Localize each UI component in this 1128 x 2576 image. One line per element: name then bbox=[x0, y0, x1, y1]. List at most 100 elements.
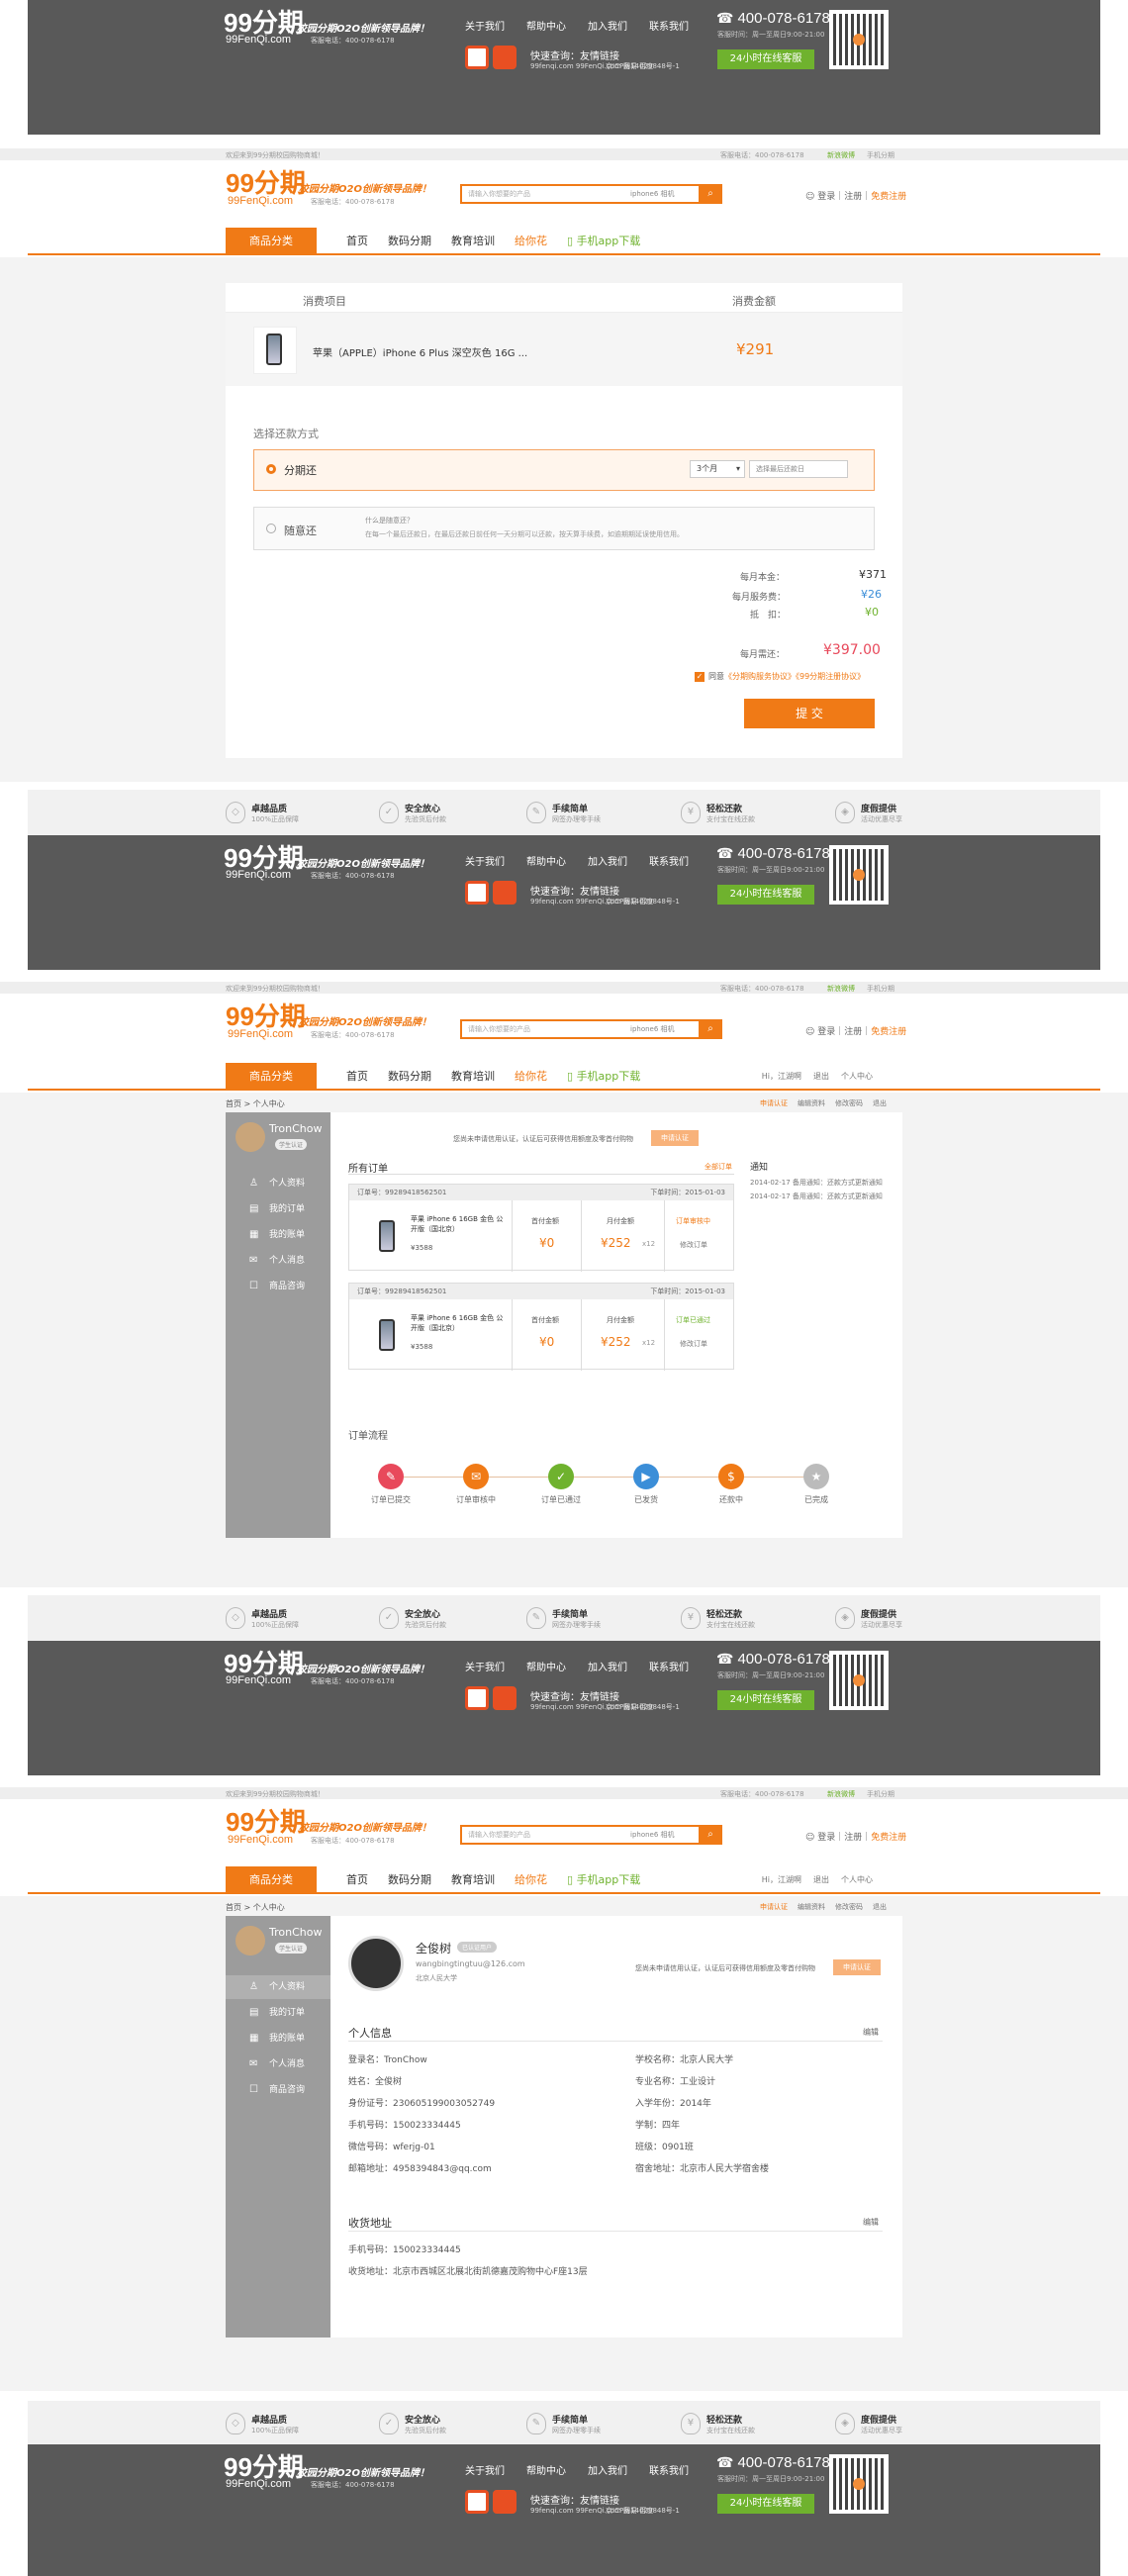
user-center-link[interactable]: 个人中心 bbox=[841, 1866, 873, 1894]
menu-app-download[interactable]: ▯ 手机app下载 bbox=[567, 1866, 640, 1894]
sidebar-item-profile[interactable]: ♙ 个人资料 bbox=[226, 1172, 330, 1195]
footer-nav-join[interactable]: 加入我们 bbox=[588, 2462, 627, 2477]
logout-link[interactable]: 退出 bbox=[873, 1098, 887, 1108]
sidebar-item-messages[interactable]: ✉ 个人消息 bbox=[226, 2052, 330, 2076]
sidebar-item-bills[interactable]: ▦ 我的账单 bbox=[226, 1223, 330, 1247]
change-password-link[interactable]: 修改密码 bbox=[835, 1098, 863, 1108]
breadcrumb[interactable]: 首页 > 个人中心 bbox=[226, 1098, 285, 1109]
menu-gift[interactable]: 给你花 bbox=[515, 1063, 547, 1091]
menu-digital[interactable]: 数码分期 bbox=[388, 1866, 431, 1894]
logout-link[interactable]: 退出 bbox=[813, 1063, 829, 1091]
user-greeting[interactable]: Hi，江湖啊 bbox=[762, 1063, 801, 1091]
logout-link[interactable]: 退出 bbox=[813, 1866, 829, 1894]
footer-nav-about[interactable]: 关于我们 bbox=[465, 853, 505, 868]
free-register-link[interactable]: 免费注册 bbox=[871, 1833, 906, 1843]
search-button[interactable]: ⌕ bbox=[699, 1825, 722, 1845]
apply-verify-link[interactable]: 申请认证 bbox=[760, 1098, 788, 1108]
product-name[interactable]: 苹果（APPLE）iPhone 6 Plus 深空灰色 16G ... bbox=[313, 344, 527, 359]
weibo-link[interactable]: 新浪微博 bbox=[827, 150, 855, 160]
user-greeting[interactable]: Hi，江湖啊 bbox=[762, 1866, 801, 1894]
option2-question[interactable]: 什么是随意还？ bbox=[365, 516, 414, 525]
mobile-link[interactable]: 手机分期 bbox=[867, 1789, 894, 1799]
logout-link[interactable]: 退出 bbox=[873, 1902, 887, 1912]
edit-profile-link[interactable]: 编辑资料 bbox=[798, 1098, 825, 1108]
online-service-button[interactable]: 24小时在线客服 bbox=[717, 885, 814, 905]
edit-profile-link[interactable]: 编辑资料 bbox=[798, 1902, 825, 1912]
sidebar-item-bills[interactable]: ▦ 我的账单 bbox=[226, 2027, 330, 2051]
change-password-link[interactable]: 修改密码 bbox=[835, 1902, 863, 1912]
weibo-link[interactable]: 新浪微博 bbox=[827, 984, 855, 994]
product-thumb[interactable] bbox=[379, 1319, 395, 1351]
footer-nav-join[interactable]: 加入我们 bbox=[588, 853, 627, 868]
footer-nav-help[interactable]: 帮助中心 bbox=[526, 2462, 566, 2477]
free-register-link[interactable]: 免费注册 bbox=[871, 1027, 906, 1037]
period-select[interactable]: 3个月 ▾ bbox=[690, 460, 745, 478]
menu-app-download[interactable]: ▯ 手机app下载 bbox=[567, 228, 640, 255]
footer-logo[interactable]: 99分期 bbox=[224, 10, 304, 36]
submit-button[interactable]: 提 交 bbox=[744, 699, 875, 728]
edit-address-button[interactable]: 编辑 bbox=[863, 2217, 879, 2228]
category-menu-button[interactable]: 商品分类 bbox=[226, 1063, 317, 1091]
footer-nav-about[interactable]: 关于我们 bbox=[465, 2462, 505, 2477]
login-register[interactable]: ☺ 登录｜注册｜ bbox=[805, 192, 871, 202]
footer-logo[interactable]: 99分期 bbox=[224, 1651, 304, 1676]
footer-nav-contact[interactable]: 联系我们 bbox=[649, 2462, 689, 2477]
footer-nav-help[interactable]: 帮助中心 bbox=[526, 853, 566, 868]
header-logo[interactable]: 99分期 bbox=[226, 170, 306, 196]
menu-gift[interactable]: 给你花 bbox=[515, 1866, 547, 1894]
notice-item[interactable]: 2014-02-17 备用通知：还款方式更新通知 bbox=[750, 1192, 883, 1201]
radio-unchecked-icon[interactable] bbox=[266, 524, 276, 533]
menu-education[interactable]: 教育培训 bbox=[451, 1063, 495, 1091]
menu-app-download[interactable]: ▯ 手机app下载 bbox=[567, 1063, 640, 1091]
online-service-button[interactable]: 24小时在线客服 bbox=[717, 2494, 814, 2514]
notice-item[interactable]: 2014-02-17 备用通知：还款方式更新通知 bbox=[750, 1178, 883, 1188]
menu-home[interactable]: 首页 bbox=[346, 1866, 368, 1894]
modify-order-link[interactable]: 修改订单 bbox=[680, 1339, 707, 1349]
hot-keywords[interactable]: iphone6 相机 bbox=[630, 189, 675, 199]
hot-keywords[interactable]: iphone6 相机 bbox=[630, 1024, 675, 1034]
online-service-button[interactable]: 24小时在线客服 bbox=[717, 1690, 814, 1710]
sidebar-item-consult[interactable]: ☐ 商品咨询 bbox=[226, 2078, 330, 2102]
footer-nav-contact[interactable]: 联系我们 bbox=[649, 853, 689, 868]
modify-order-link[interactable]: 修改订单 bbox=[680, 1240, 707, 1250]
flexible-option[interactable]: 随意还 什么是随意还？ 在每一个最后还款日，在最后还款日前任何一天分期可以还款，… bbox=[253, 507, 875, 550]
menu-education[interactable]: 教育培训 bbox=[451, 1866, 495, 1894]
installment-option[interactable]: 分期还 3个月 ▾ 选择最后还款日 bbox=[253, 449, 875, 491]
avatar[interactable] bbox=[235, 1122, 265, 1152]
footer-logo[interactable]: 99分期 bbox=[224, 2454, 304, 2480]
checkbox-checked-icon[interactable]: ✓ bbox=[695, 672, 705, 682]
apply-verify-button[interactable]: 申请认证 bbox=[833, 1959, 881, 1975]
search-button[interactable]: ⌕ bbox=[699, 1019, 722, 1039]
footer-nav-help[interactable]: 帮助中心 bbox=[526, 1659, 566, 1673]
search-input[interactable]: 请输入你想要的产品 bbox=[468, 1024, 530, 1034]
category-menu-button[interactable]: 商品分类 bbox=[226, 1866, 317, 1894]
footer-nav-help[interactable]: 帮助中心 bbox=[526, 18, 566, 33]
product-thumb[interactable] bbox=[379, 1220, 395, 1252]
radio-checked-icon[interactable] bbox=[266, 464, 276, 474]
footer-logo[interactable]: 99分期 bbox=[224, 845, 304, 871]
product-thumb[interactable] bbox=[253, 327, 297, 374]
footer-nav-contact[interactable]: 联系我们 bbox=[649, 18, 689, 33]
agree-link-service[interactable]: 《分期购服务协议》 bbox=[724, 672, 796, 681]
hot-keywords[interactable]: iphone6 相机 bbox=[630, 1830, 675, 1840]
footer-friend-links[interactable]: 快速查询：友情链接 bbox=[530, 1688, 619, 1703]
menu-digital[interactable]: 数码分期 bbox=[388, 228, 431, 255]
weibo-link[interactable]: 新浪微博 bbox=[827, 1789, 855, 1799]
footer-nav-join[interactable]: 加入我们 bbox=[588, 1659, 627, 1673]
menu-digital[interactable]: 数码分期 bbox=[388, 1063, 431, 1091]
sidebar-item-profile[interactable]: ♙ 个人资料 bbox=[226, 1975, 330, 1999]
agree-link-register[interactable]: 《99分期注册协议》 bbox=[796, 672, 865, 681]
search-input[interactable]: 请输入你想要的产品 bbox=[468, 1830, 530, 1840]
footer-friend-links[interactable]: 快速查询：友情链接 bbox=[530, 48, 619, 62]
apply-verify-button[interactable]: 申请认证 bbox=[651, 1130, 699, 1146]
last-date-input[interactable]: 选择最后还款日 bbox=[749, 460, 848, 478]
all-orders-link[interactable]: 全部订单 bbox=[705, 1162, 732, 1172]
order-product-name[interactable]: 苹果 iPhone 6 16GB 金色 公开版（国北京） bbox=[411, 1214, 510, 1234]
menu-education[interactable]: 教育培训 bbox=[451, 228, 495, 255]
sidebar-item-consult[interactable]: ☐ 商品咨询 bbox=[226, 1275, 330, 1298]
footer-nav-about[interactable]: 关于我们 bbox=[465, 1659, 505, 1673]
search-button[interactable]: ⌕ bbox=[699, 184, 722, 204]
sidebar-item-messages[interactable]: ✉ 个人消息 bbox=[226, 1249, 330, 1273]
footer-nav-join[interactable]: 加入我们 bbox=[588, 18, 627, 33]
sidebar-item-orders[interactable]: ▤ 我的订单 bbox=[226, 1197, 330, 1221]
